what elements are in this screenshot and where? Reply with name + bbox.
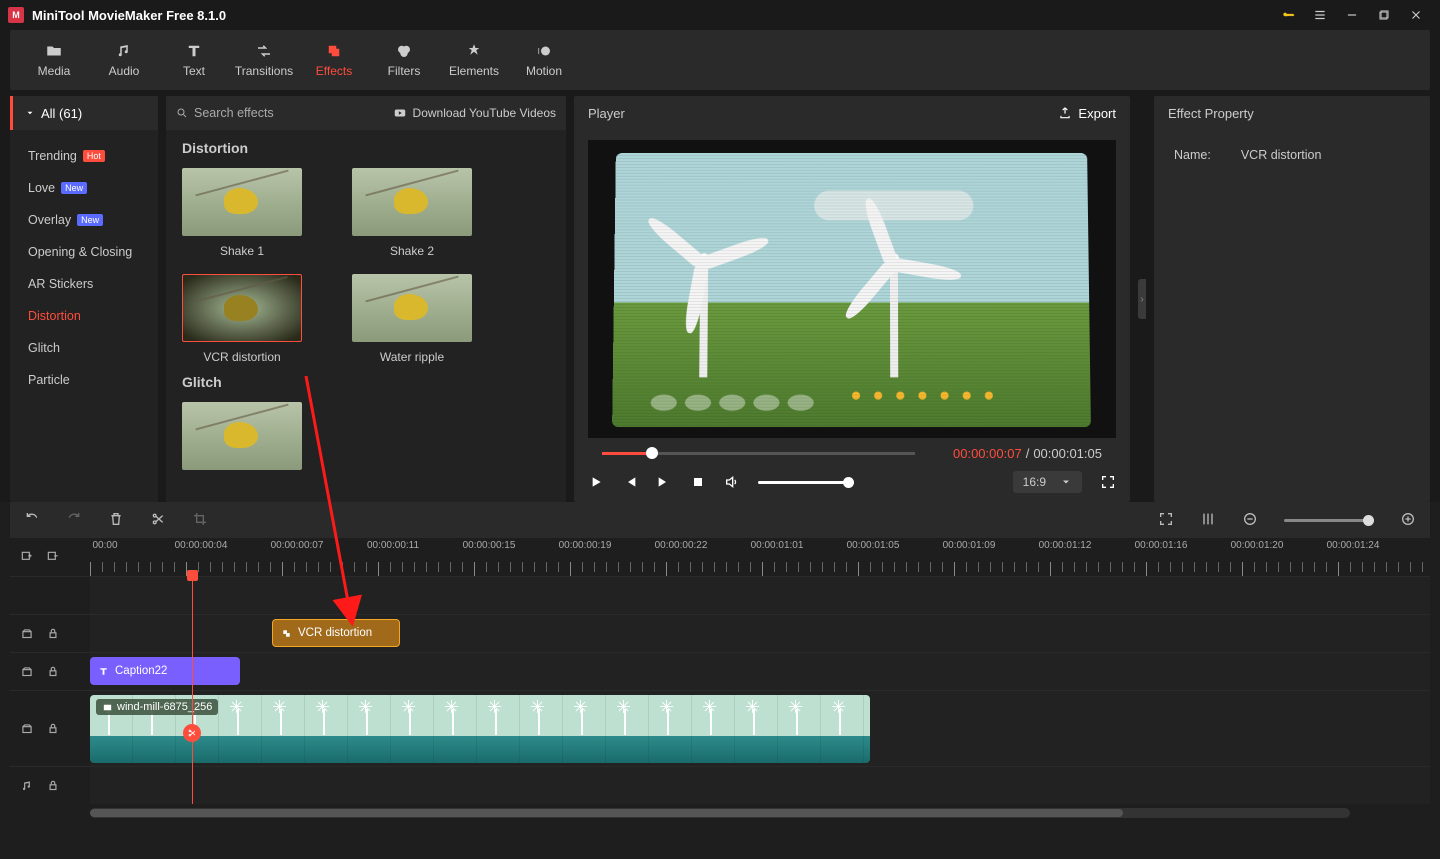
video-clip[interactable]: wind-mill-6875_256 — [90, 695, 870, 763]
spacer-track — [10, 576, 1430, 614]
app-title: MiniTool MovieMaker Free 8.1.0 — [32, 8, 1272, 23]
sidebar-item-trending[interactable]: TrendingHot — [10, 140, 158, 172]
effects-sidebar: All (61) TrendingHot LoveNew OverlayNew … — [10, 96, 158, 502]
main-area: All (61) TrendingHot LoveNew OverlayNew … — [0, 96, 1440, 502]
minimize-icon[interactable] — [1336, 0, 1368, 30]
undo-button[interactable] — [24, 511, 40, 530]
effect-track: VCR distortion — [10, 614, 1430, 652]
playhead[interactable] — [192, 576, 193, 804]
effect-thumb-shake-1[interactable]: Shake 1 — [182, 168, 302, 258]
property-name-label: Name: — [1174, 148, 1211, 162]
player-panel: Player Export 00:00:00:07/00:00:01:05 — [574, 96, 1130, 502]
timeline: 00:0000:00:00:0400:00:00:0700:00:00:1100… — [0, 502, 1440, 859]
collapse-track-icon[interactable] — [46, 550, 60, 564]
video-track: wind-mill-6875_256 — [10, 690, 1430, 766]
sidebar-item-distortion[interactable]: Distortion — [10, 300, 158, 332]
title-bar: M MiniTool MovieMaker Free 8.1.0 — [0, 0, 1440, 30]
fit-zoom-icon[interactable] — [1158, 511, 1174, 530]
ribbon-tab-motion[interactable]: Motion — [510, 30, 578, 90]
property-title: Effect Property — [1154, 96, 1430, 130]
ribbon-tab-effects[interactable]: Effects — [300, 30, 368, 90]
badge-new: New — [61, 182, 87, 194]
aspect-ratio-select[interactable]: 16:9 — [1013, 471, 1082, 493]
effect-thumb-water-ripple[interactable]: Water ripple — [352, 274, 472, 364]
property-panel: Effect Property Name: VCR distortion — [1154, 96, 1430, 502]
delete-button[interactable] — [108, 511, 124, 530]
ribbon-tab-elements[interactable]: Elements — [440, 30, 508, 90]
stop-button[interactable] — [690, 474, 706, 490]
ribbon-tab-transitions[interactable]: Transitions — [230, 30, 298, 90]
time-ruler[interactable]: 00:0000:00:00:0400:00:00:0700:00:00:1100… — [90, 538, 1430, 576]
player-seek-bar[interactable] — [602, 444, 915, 462]
download-youtube-link[interactable]: Download YouTube Videos — [393, 106, 556, 120]
caption-track: Caption22 — [10, 652, 1430, 690]
app-logo-icon: M — [8, 7, 24, 23]
sidebar-item-overlay[interactable]: OverlayNew — [10, 204, 158, 236]
sidebar-header[interactable]: All (61) — [10, 96, 158, 130]
badge-hot: Hot — [83, 150, 105, 162]
audio-track — [10, 766, 1430, 804]
effect-thumb-vcr-distortion[interactable]: VCR distortion — [182, 274, 302, 364]
ribbon-tab-media[interactable]: Media — [20, 30, 88, 90]
export-button[interactable]: Export — [1058, 106, 1116, 121]
volume-slider[interactable] — [758, 481, 854, 484]
player-preview[interactable] — [588, 140, 1116, 438]
menu-icon[interactable] — [1304, 0, 1336, 30]
effect-clip[interactable]: VCR distortion — [272, 619, 400, 647]
player-title: Player — [588, 106, 625, 121]
ribbon-tab-filters[interactable]: Filters — [370, 30, 438, 90]
upgrade-key-icon[interactable] — [1272, 0, 1304, 30]
fullscreen-icon[interactable] — [1100, 474, 1116, 490]
gallery-header: Search effects Download YouTube Videos — [166, 96, 566, 130]
crop-button[interactable] — [192, 511, 208, 530]
sidebar-item-love[interactable]: LoveNew — [10, 172, 158, 204]
redo-button[interactable] — [66, 511, 82, 530]
search-input[interactable]: Search effects — [176, 106, 274, 120]
sidebar-item-ar-stickers[interactable]: AR Stickers — [10, 268, 158, 300]
pane-collapse-handle[interactable]: › — [1138, 96, 1146, 502]
maximize-icon[interactable] — [1368, 0, 1400, 30]
zoom-out-button[interactable] — [1242, 511, 1258, 530]
split-button[interactable] — [150, 511, 166, 530]
next-frame-button[interactable] — [656, 474, 672, 490]
split-handle-icon[interactable] — [183, 724, 201, 742]
effect-thumb-shake-2[interactable]: Shake 2 — [352, 168, 472, 258]
section-title-distortion: Distortion — [182, 140, 550, 156]
prev-frame-button[interactable] — [622, 474, 638, 490]
volume-icon[interactable] — [724, 474, 740, 490]
close-icon[interactable] — [1400, 0, 1432, 30]
play-button[interactable] — [588, 474, 604, 490]
timeline-h-scrollbar[interactable] — [90, 808, 1350, 818]
effect-thumb-glitch-1[interactable] — [182, 402, 302, 470]
timeline-toolbar — [10, 502, 1430, 538]
ribbon: Media Audio Text Transitions Effects Fil… — [10, 30, 1430, 90]
section-title-glitch: Glitch — [182, 374, 550, 390]
effects-gallery: Search effects Download YouTube Videos D… — [166, 96, 566, 502]
badge-new: New — [77, 214, 103, 226]
zoom-in-button[interactable] — [1400, 511, 1416, 530]
sidebar-item-glitch[interactable]: Glitch — [10, 332, 158, 364]
player-time: 00:00:00:07/00:00:01:05 — [953, 446, 1102, 461]
sidebar-item-particle[interactable]: Particle — [10, 364, 158, 396]
add-track-icon[interactable] — [20, 550, 34, 564]
timeline-tools — [10, 538, 90, 576]
markers-icon[interactable] — [1200, 511, 1216, 530]
ribbon-tab-audio[interactable]: Audio — [90, 30, 158, 90]
property-name-value: VCR distortion — [1241, 148, 1322, 162]
caption-clip[interactable]: Caption22 — [90, 657, 240, 685]
video-clip-label: wind-mill-6875_256 — [96, 699, 218, 715]
sidebar-item-opening-closing[interactable]: Opening & Closing — [10, 236, 158, 268]
ribbon-tab-text[interactable]: Text — [160, 30, 228, 90]
zoom-slider[interactable] — [1284, 519, 1374, 522]
